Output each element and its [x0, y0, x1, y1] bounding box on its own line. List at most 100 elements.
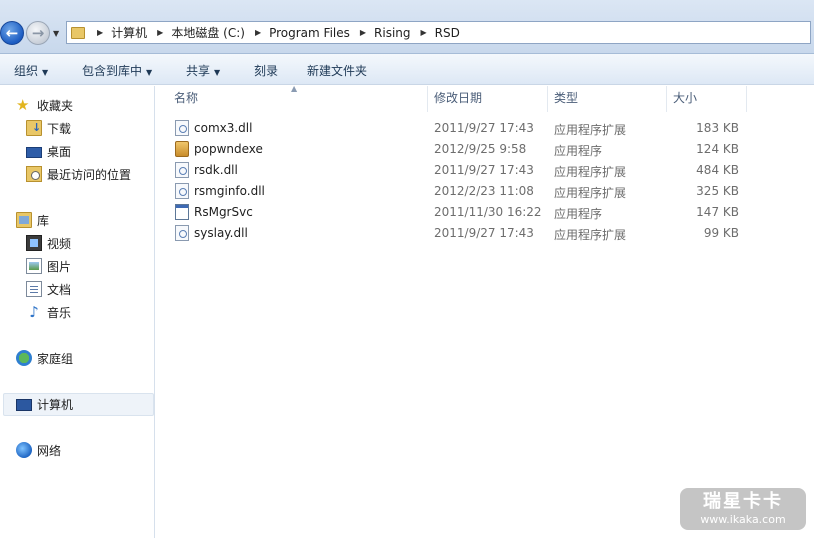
nav-libraries[interactable]: 库 [16, 210, 49, 230]
file-date: 2011/11/30 16:22 [434, 205, 542, 219]
nav-desktop[interactable]: 桌面 [26, 141, 71, 161]
nav-pictures[interactable]: 图片 [26, 256, 71, 276]
file-date: 2011/9/27 17:43 [434, 163, 534, 177]
file-row[interactable]: syslay.dll 2011/9/27 17:43 应用程序扩展 99 KB [170, 223, 750, 244]
nav-computer[interactable]: 计算机 [16, 394, 73, 414]
column-header-size[interactable]: 大小 [667, 86, 747, 112]
dll-file-icon [175, 162, 189, 178]
folder-icon [71, 26, 85, 39]
video-icon [26, 235, 42, 251]
file-size: 183 KB [696, 121, 739, 135]
nav-network[interactable]: 网络 [16, 440, 61, 460]
recent-places-icon [26, 166, 42, 182]
file-date: 2011/9/27 17:43 [434, 226, 534, 240]
arrow-left-icon: ← [5, 24, 19, 42]
chevron-down-icon: ▼ [146, 68, 153, 77]
nav-label: 文档 [47, 282, 72, 297]
file-date: 2012/9/25 9:58 [434, 142, 527, 156]
file-row[interactable]: RsMgrSvc 2011/11/30 16:22 应用程序 147 KB [170, 202, 750, 223]
breadcrumb-program-files[interactable]: Program Files [269, 26, 350, 40]
downloads-folder-icon [26, 120, 42, 136]
file-type: 应用程序扩展 [554, 186, 627, 200]
picture-icon [26, 258, 42, 274]
burn-label: 刻录 [254, 64, 279, 78]
file-type: 应用程序 [554, 207, 603, 221]
file-row[interactable]: comx3.dll 2011/9/27 17:43 应用程序扩展 183 KB [170, 118, 750, 139]
include-in-library-button[interactable]: 包含到库中 ▼ [82, 62, 152, 79]
nav-label: 音乐 [47, 305, 72, 320]
file-name: rsdk.dll [194, 163, 238, 177]
music-note-icon: ♪ [29, 303, 39, 321]
arrow-right-icon: → [31, 24, 45, 42]
column-label: 大小 [673, 91, 698, 105]
nav-downloads[interactable]: 下载 [26, 118, 71, 138]
new-folder-label: 新建文件夹 [307, 64, 368, 78]
file-type: 应用程序扩展 [554, 165, 627, 179]
column-label: 修改日期 [434, 91, 483, 105]
file-date: 2011/9/27 17:43 [434, 121, 534, 135]
nav-label: 下载 [47, 121, 72, 136]
forward-button[interactable]: → [26, 21, 50, 45]
chevron-down-icon: ▼ [214, 68, 221, 77]
nav-videos[interactable]: 视频 [26, 233, 71, 253]
dll-file-icon [175, 120, 189, 136]
chevron-right-icon[interactable]: ▶ [255, 28, 261, 37]
new-folder-button[interactable]: 新建文件夹 [307, 62, 367, 79]
desktop-icon [26, 146, 42, 158]
file-size: 124 KB [696, 142, 739, 156]
homegroup-icon [16, 350, 32, 366]
chevron-right-icon[interactable]: ▶ [421, 28, 427, 37]
share-label: 共享 [186, 64, 211, 78]
chevron-right-icon[interactable]: ▶ [97, 28, 103, 37]
share-button[interactable]: 共享 ▼ [186, 62, 220, 79]
breadcrumb-rising[interactable]: Rising [374, 26, 410, 40]
chevron-down-icon: ▼ [53, 29, 60, 38]
breadcrumb-local-disk[interactable]: 本地磁盘 (C:) [171, 24, 245, 41]
burn-button[interactable]: 刻录 [254, 62, 278, 79]
dll-file-icon [175, 225, 189, 241]
nav-music[interactable]: ♪ 音乐 [26, 302, 71, 322]
nav-favorites[interactable]: ★ 收藏夹 [16, 95, 73, 115]
nav-label: 图片 [47, 259, 72, 274]
nav-label: 最近访问的位置 [47, 167, 132, 182]
library-icon [16, 212, 32, 228]
file-size: 325 KB [696, 184, 739, 198]
nav-label: 收藏夹 [37, 98, 74, 113]
address-box[interactable]: ▶ 计算机 ▶ 本地磁盘 (C:) ▶ Program Files ▶ Risi… [66, 21, 811, 44]
column-header-type[interactable]: 类型 [548, 86, 667, 112]
breadcrumb-computer[interactable]: 计算机 [111, 24, 147, 41]
file-name: comx3.dll [194, 121, 253, 135]
network-icon [16, 442, 32, 458]
chevron-right-icon[interactable]: ▶ [360, 28, 366, 37]
dll-file-icon [175, 183, 189, 199]
file-size: 99 KB [703, 226, 739, 240]
recent-pages-dropdown[interactable]: ▼ [53, 29, 59, 38]
back-button[interactable]: ← [0, 21, 24, 45]
file-type: 应用程序扩展 [554, 228, 627, 242]
navigation-pane: ★ 收藏夹 下载 桌面 最近访问的位置 库 视频 图片 文档 ♪ 音乐 家庭组 … [0, 86, 155, 538]
column-header-name[interactable]: 名称 [168, 86, 428, 112]
breadcrumb-rsd[interactable]: RSD [435, 26, 460, 40]
file-name: RsMgrSvc [194, 205, 253, 219]
nav-label: 库 [37, 213, 50, 228]
computer-icon [16, 399, 32, 411]
file-type: 应用程序扩展 [554, 123, 627, 137]
document-icon [26, 281, 42, 297]
nav-homegroup[interactable]: 家庭组 [16, 348, 73, 368]
column-header-date[interactable]: 修改日期 [428, 86, 548, 112]
file-row[interactable]: popwndexe 2012/9/25 9:58 应用程序 124 KB [170, 139, 750, 160]
chevron-right-icon[interactable]: ▶ [157, 28, 163, 37]
chevron-down-icon: ▼ [42, 68, 49, 77]
organize-button[interactable]: 组织 ▼ [14, 62, 48, 79]
exe-file-icon [175, 204, 189, 220]
file-date: 2012/2/23 11:08 [434, 184, 534, 198]
watermark-title: 瑞星卡卡 [703, 491, 783, 512]
address-bar-area: ← → ▼ ▶ 计算机 ▶ 本地磁盘 (C:) ▶ Program Files … [0, 0, 814, 54]
star-icon: ★ [16, 96, 30, 114]
file-row[interactable]: rsdk.dll 2011/9/27 17:43 应用程序扩展 484 KB [170, 160, 750, 181]
nav-documents[interactable]: 文档 [26, 279, 71, 299]
nav-recent-places[interactable]: 最近访问的位置 [26, 164, 131, 184]
watermark-url: www.ikaka.com [700, 513, 786, 526]
file-row[interactable]: rsmginfo.dll 2012/2/23 11:08 应用程序扩展 325 … [170, 181, 750, 202]
nav-label: 视频 [47, 236, 72, 251]
